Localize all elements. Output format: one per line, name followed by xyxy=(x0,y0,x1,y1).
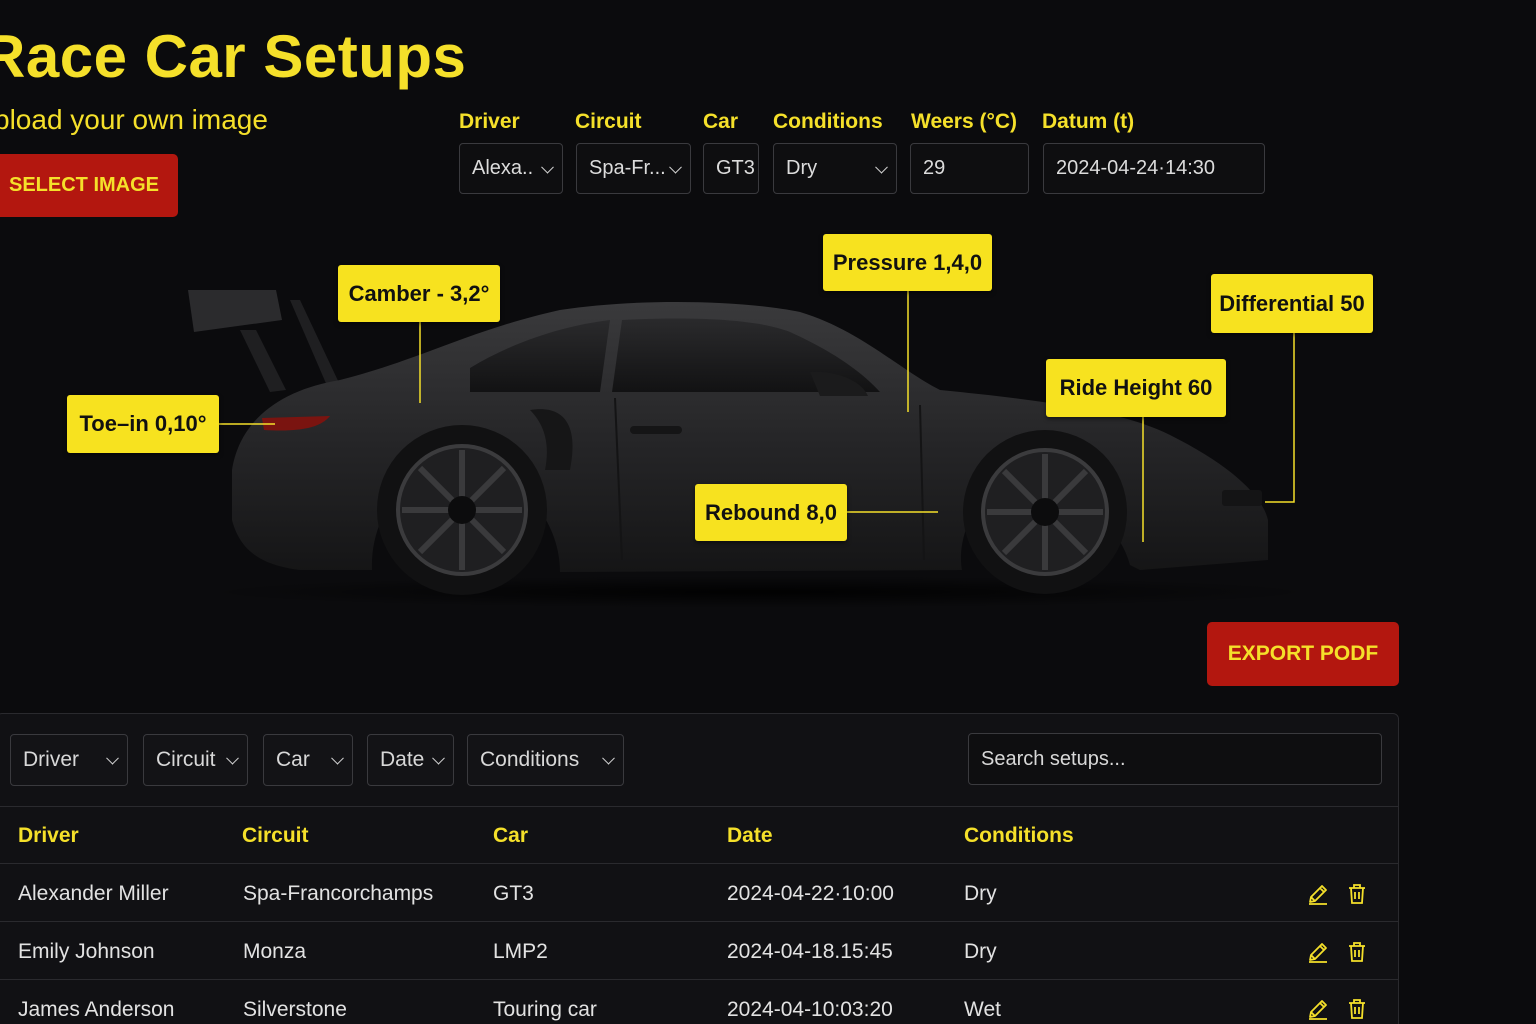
driver-field-label: Driver xyxy=(459,110,520,133)
chevron-down-icon xyxy=(669,160,682,174)
page-title: Race Car Setups xyxy=(0,23,467,90)
car-input-value: GT3 xyxy=(716,157,755,179)
circuit-field-label: Circuit xyxy=(575,110,642,133)
filter-car[interactable]: Car xyxy=(263,734,353,786)
circuit-select-value: Spa-Fr... xyxy=(589,157,666,179)
cell-date: 2024-04-18.15:45 xyxy=(727,940,893,963)
column-header-driver[interactable]: Driver xyxy=(18,824,79,848)
temperature-input-value: 29 xyxy=(923,157,946,179)
cell-conditions: Wet xyxy=(964,998,1001,1021)
edit-icon[interactable] xyxy=(1306,882,1330,906)
filter-driver[interactable]: Driver xyxy=(10,734,128,786)
conditions-field-label: Conditions xyxy=(773,110,883,133)
conditions-select[interactable]: Dry xyxy=(773,143,897,194)
filter-date[interactable]: Date xyxy=(367,734,454,786)
car-field-label: Car xyxy=(703,110,739,133)
cell-car: Touring car xyxy=(493,998,597,1021)
edit-icon[interactable] xyxy=(1306,940,1330,964)
filter-driver-label: Driver xyxy=(23,748,79,771)
filter-car-label: Car xyxy=(276,748,310,771)
car-input[interactable]: GT3 xyxy=(703,143,759,194)
chevron-down-icon xyxy=(602,751,615,765)
rebound-callout[interactable]: Rebound 8,0 xyxy=(695,484,847,541)
driver-select[interactable]: Alexa.. xyxy=(459,143,563,194)
filter-circuit[interactable]: Circuit xyxy=(143,734,248,786)
divider xyxy=(0,921,1399,922)
date-input[interactable]: 2024-04-24·14:30 xyxy=(1043,143,1265,194)
cell-date: 2024-04-22·10:00 xyxy=(727,882,894,905)
driver-select-value: Alexa.. xyxy=(472,157,534,179)
date-input-value: 2024-04-24·14:30 xyxy=(1056,157,1216,179)
cell-driver: Alexander Miller xyxy=(18,882,169,905)
chevron-down-icon xyxy=(331,751,344,765)
cell-conditions: Dry xyxy=(964,882,997,905)
delete-icon[interactable] xyxy=(1345,940,1369,964)
cell-driver: Emily Johnson xyxy=(18,940,155,963)
ride-height-callout[interactable]: Ride Height 60 xyxy=(1046,359,1226,417)
divider xyxy=(0,863,1399,864)
chevron-down-icon xyxy=(541,160,554,174)
cell-date: 2024-04-10:03:20 xyxy=(727,998,893,1021)
camber-callout[interactable]: Camber - 3,2° xyxy=(338,265,500,322)
cell-circuit: Spa-Francorchamps xyxy=(243,882,434,905)
select-image-button[interactable]: SELECT IMAGE xyxy=(0,154,178,217)
search-input[interactable] xyxy=(968,733,1382,785)
date-field-label: Datum (t) xyxy=(1042,110,1135,133)
temperature-input[interactable]: 29 xyxy=(910,143,1029,194)
toe-in-callout[interactable]: Toe–in 0,10° xyxy=(67,395,219,453)
filter-conditions-label: Conditions xyxy=(480,748,580,771)
cell-driver: James Anderson xyxy=(18,998,175,1021)
delete-icon[interactable] xyxy=(1345,997,1369,1021)
temperature-field-label: Weers (°C) xyxy=(911,110,1018,133)
cell-car: GT3 xyxy=(493,882,534,905)
cell-circuit: Monza xyxy=(243,940,307,963)
delete-icon[interactable] xyxy=(1345,882,1369,906)
upload-label: pload your own image xyxy=(0,104,268,135)
conditions-select-value: Dry xyxy=(786,157,818,179)
chevron-down-icon xyxy=(875,160,888,174)
pressure-callout[interactable]: Pressure 1,4,0 xyxy=(823,234,992,291)
cell-circuit: Silverstone xyxy=(243,998,347,1021)
filter-conditions[interactable]: Conditions xyxy=(467,734,624,786)
filter-circuit-label: Circuit xyxy=(156,748,216,771)
cell-car: LMP2 xyxy=(493,940,548,963)
differential-callout[interactable]: Differential 50 xyxy=(1211,274,1373,333)
circuit-select[interactable]: Spa-Fr... xyxy=(576,143,691,194)
column-header-circuit[interactable]: Circuit xyxy=(242,824,309,848)
filter-date-label: Date xyxy=(380,748,425,771)
cell-conditions: Dry xyxy=(964,940,997,963)
chevron-down-icon xyxy=(106,751,119,765)
export-pdf-button[interactable]: EXPORT PODF xyxy=(1207,622,1399,686)
chevron-down-icon xyxy=(226,751,239,765)
edit-icon[interactable] xyxy=(1306,997,1330,1021)
column-header-car[interactable]: Car xyxy=(493,824,528,848)
car-setup-diagram: Camber - 3,2° Pressure 1,4,0 Differentia… xyxy=(0,220,1536,620)
chevron-down-icon xyxy=(432,751,445,765)
divider xyxy=(0,979,1399,980)
divider xyxy=(0,806,1399,807)
column-header-date[interactable]: Date xyxy=(727,824,773,848)
column-header-conditions[interactable]: Conditions xyxy=(964,824,1074,848)
